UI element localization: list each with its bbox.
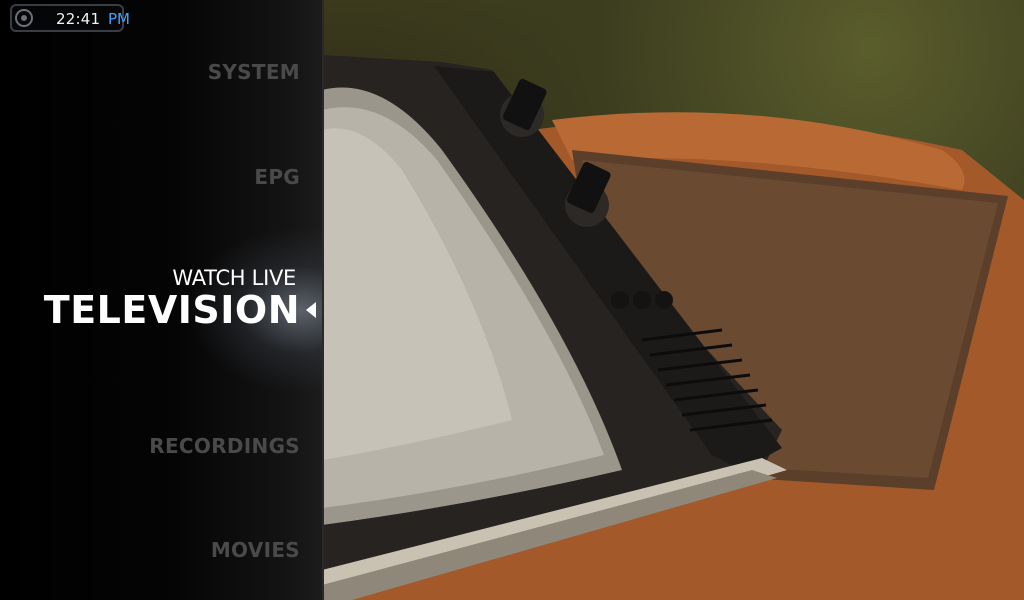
retro-tv-image (322, 55, 1024, 600)
menu-item-movies[interactable]: MOVIES (211, 538, 300, 562)
clock-ampm: PM (108, 10, 130, 28)
menu-item-television-subtitle: WATCH LIVE (172, 266, 296, 290)
selection-pointer-icon (306, 302, 316, 318)
menu-item-system[interactable]: SYSTEM (208, 60, 300, 84)
menu-item-recordings[interactable]: RECORDINGS (149, 434, 300, 458)
clock-widget: 22:41 PM (10, 4, 130, 32)
main-menu-panel: 22:41 PM SYSTEM EPG WATCH LIVE TELEVISIO… (0, 0, 324, 600)
background-fanart (322, 0, 1024, 600)
menu-item-epg[interactable]: EPG (254, 165, 300, 189)
power-icon[interactable] (14, 8, 34, 28)
menu-item-television[interactable]: TELEVISION (44, 288, 300, 332)
clock-time: 22:41 (56, 10, 101, 28)
